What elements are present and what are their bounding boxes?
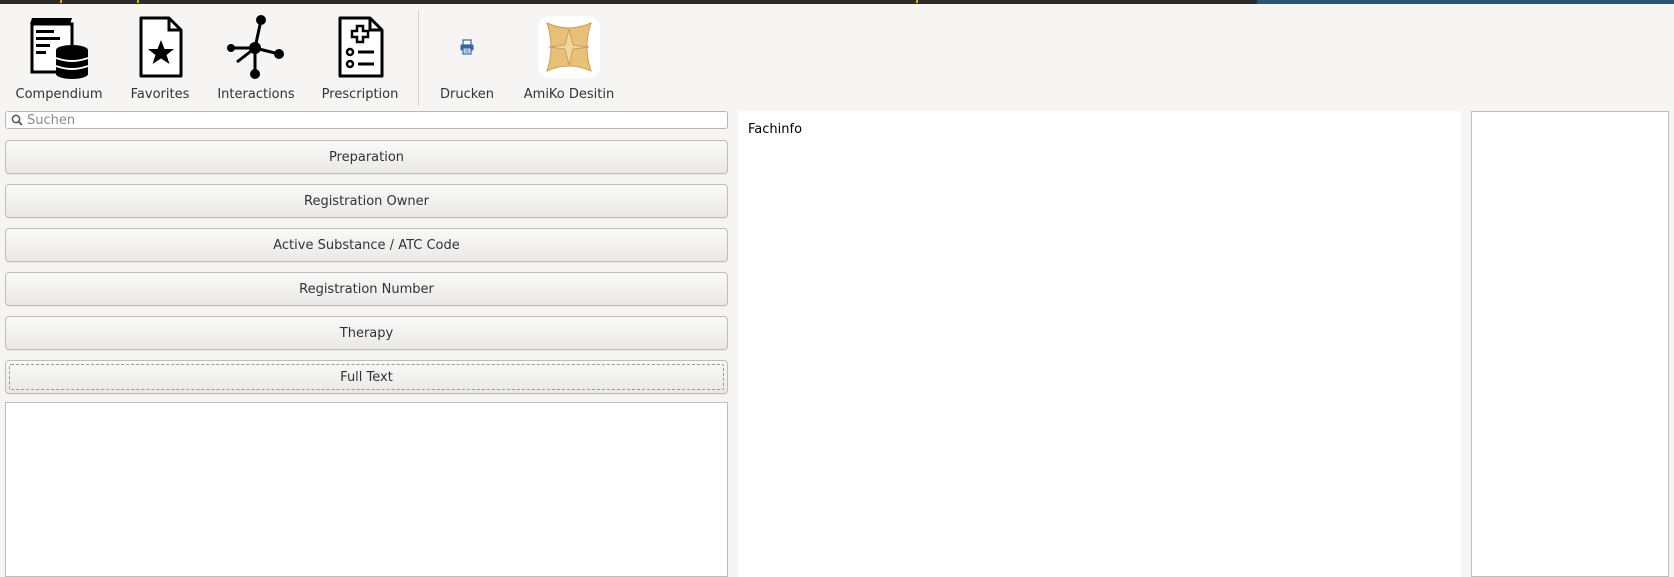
search-input[interactable] [25,112,727,128]
search-by-registration-number-button[interactable]: Registration Number [5,272,728,306]
content-title: Fachinfo [748,122,803,137]
top-bar-tick [60,0,62,3]
button-label: Active Substance / ATC Code [273,237,460,253]
button-label: Registration Owner [304,193,429,209]
main-toolbar: Compendium Favorites Interactions Prescr… [0,4,1674,106]
search-by-registration-owner-button[interactable]: Registration Owner [5,184,728,218]
favorites-icon [125,12,195,81]
search-field[interactable] [5,111,728,129]
interactions-icon [221,12,291,81]
button-label: Full Text [340,369,393,385]
section-index-panel[interactable] [1471,111,1669,577]
print-icon [432,12,502,81]
button-label: Preparation [328,149,405,165]
search-icon [9,112,25,128]
toolbar-compendium-button[interactable]: Compendium [15,12,103,102]
toolbar-amiko-desitin-button[interactable]: AmiKo Desitin [524,12,614,102]
toolbar-favorites-button[interactable]: Favorites [124,12,196,102]
search-by-therapy-button[interactable]: Therapy [5,316,728,350]
search-results-list[interactable] [5,402,728,577]
button-label: Registration Number [299,281,434,297]
toolbar-print-button[interactable]: Drucken [432,12,502,102]
toolbar-label: Prescription [321,87,399,102]
prescription-icon [325,12,395,81]
toolbar-separator [418,10,419,106]
toolbar-prescription-button[interactable]: Prescription [322,12,398,102]
search-by-full-text-button[interactable]: Full Text [5,360,728,394]
toolbar-label: AmiKo Desitin [523,87,615,102]
toolbar-label: Drucken [439,87,495,102]
search-by-preparation-button[interactable]: Preparation [5,140,728,174]
toolbar-label: Compendium [15,87,103,102]
search-by-active-substance-button[interactable]: Active Substance / ATC Code [5,228,728,262]
amiko-logo-icon [534,12,604,81]
top-bar-tick [916,0,918,3]
top-bar-tick [137,0,139,3]
toolbar-label: Interactions [217,87,295,102]
compendium-icon [24,12,94,81]
toolbar-interactions-button[interactable]: Interactions [217,12,295,102]
button-label: Therapy [339,325,394,341]
fachinfo-content-pane: Fachinfo [738,111,1461,577]
toolbar-label: Favorites [130,87,190,102]
